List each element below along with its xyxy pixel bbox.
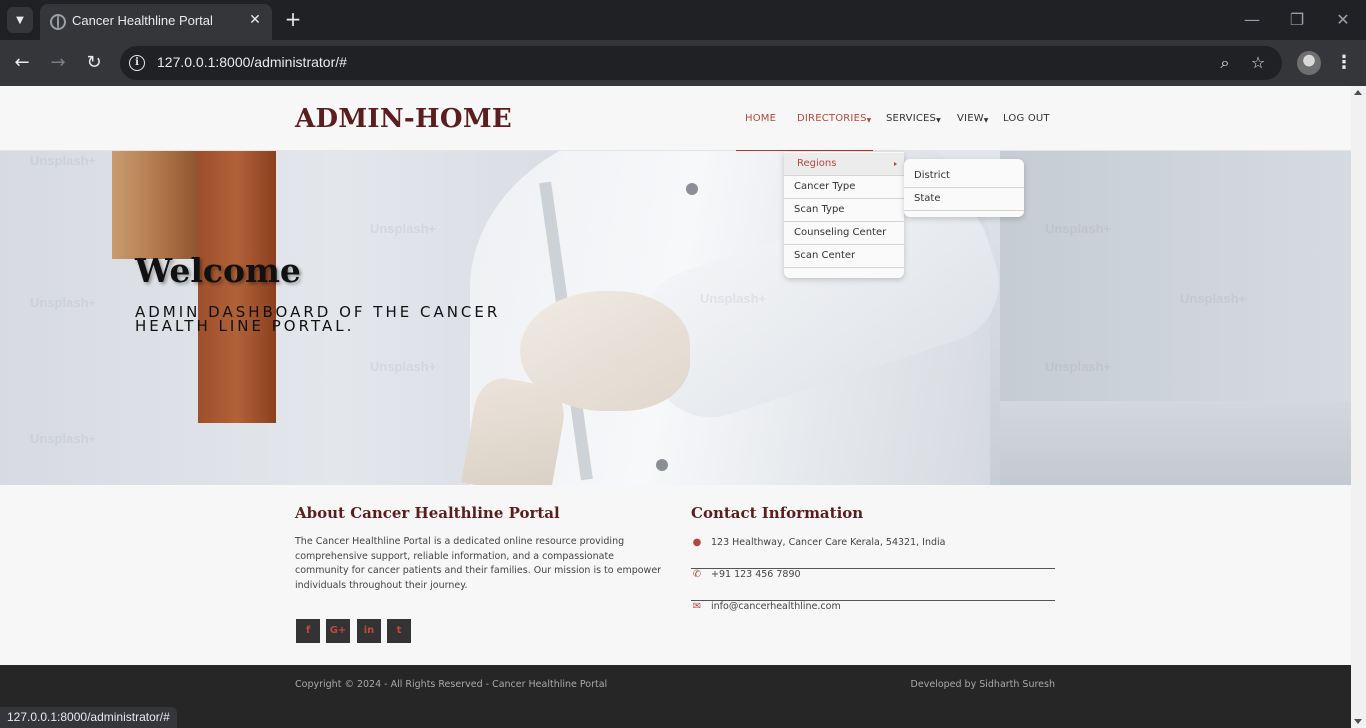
browser-toolbar: ← → ↻ i 127.0.0.1:8000/administrator/# ⌕… xyxy=(0,40,1366,86)
bookmark-star-icon[interactable]: ☆ xyxy=(1247,52,1269,74)
phone-icon: ✆ xyxy=(692,569,702,580)
copyright-text: Copyright © 2024 - All Rights Reserved -… xyxy=(295,679,608,690)
scroll-down-arrow-icon[interactable] xyxy=(1354,719,1362,724)
url-text[interactable]: 127.0.0.1:8000/administrator/# xyxy=(157,54,347,70)
reload-icon[interactable]: ↻ xyxy=(82,51,106,75)
tab-close-icon[interactable]: ✕ xyxy=(246,11,264,29)
brand-logo[interactable]: ADMIN-HOME xyxy=(295,104,512,134)
nav-services[interactable]: SERVICES▼ xyxy=(886,113,941,124)
hero-watermark: Unsplash+ xyxy=(1180,291,1247,306)
tab-title: Cancer Healthline Portal xyxy=(72,13,213,28)
new-tab-button[interactable]: + xyxy=(282,8,304,30)
map-marker-icon: ● xyxy=(692,537,702,548)
hero-watermark: Unsplash+ xyxy=(30,295,97,310)
hero-banner: Unsplash+ Unsplash+ Unsplash+ Unsplash+ … xyxy=(0,151,1351,485)
envelope-icon: ✉ xyxy=(692,601,702,612)
contact-email-row: ✉ info@cancerhealthline.com xyxy=(691,601,1055,633)
hero-image-glove xyxy=(520,291,690,411)
dropdown-item-counseling-center[interactable]: Counseling Center xyxy=(784,222,904,245)
dropdown-item-scan-type[interactable]: Scan Type xyxy=(784,199,904,222)
tab-search-icon[interactable]: ▼ xyxy=(7,7,33,33)
contact-email[interactable]: info@cancerhealthline.com xyxy=(711,601,841,612)
caret-down-icon: ▼ xyxy=(866,117,872,124)
nav-home[interactable]: HOME xyxy=(745,113,776,124)
site-info-icon[interactable]: i xyxy=(129,55,145,71)
hero-watermark: Unsplash+ xyxy=(30,153,97,168)
site-footer: Copyright © 2024 - All Rights Reserved -… xyxy=(0,665,1351,728)
dropdown-item-scan-center[interactable]: Scan Center xyxy=(784,245,904,268)
scroll-up-arrow-icon[interactable] xyxy=(1354,90,1362,95)
regions-submenu: District State xyxy=(904,159,1024,217)
directories-dropdown: Regions Cancer Type Scan Type Counseling… xyxy=(784,152,904,278)
contact-phone-row: ✆ +91 123 456 7890 xyxy=(691,569,1055,601)
page-scrollbar[interactable] xyxy=(1351,86,1366,728)
site-header: ADMIN-HOME HOME DIRECTORIES▼ SERVICES▼ V… xyxy=(0,86,1351,152)
submenu-item-district[interactable]: District xyxy=(904,165,1024,188)
contact-address: 123 Healthway, Cancer Care Kerala, 54321… xyxy=(711,537,946,548)
hero-image-wood xyxy=(112,151,198,259)
caret-right-icon xyxy=(894,162,897,166)
hero-watermark: Unsplash+ xyxy=(700,291,767,306)
browser-tabstrip: ▼ Cancer Healthline Portal ✕ + — ❐ ✕ xyxy=(0,0,1366,40)
hero-watermark: Unsplash+ xyxy=(1045,221,1112,236)
status-url-bubble: 127.0.0.1:8000/administrator/# xyxy=(0,707,177,728)
info-section: About Cancer Healthline Portal The Cance… xyxy=(0,485,1351,665)
contact-address-row: ● 123 Healthway, Cancer Care Kerala, 543… xyxy=(691,537,1055,569)
address-bar[interactable]: i 127.0.0.1:8000/administrator/# ⌕ ☆ xyxy=(120,46,1282,80)
dropdown-item-cancer-type[interactable]: Cancer Type xyxy=(784,176,904,199)
caret-down-icon: ▼ xyxy=(936,117,941,124)
hero-title: Welcome xyxy=(135,251,301,290)
facebook-icon[interactable]: f xyxy=(296,619,320,643)
zoom-icon[interactable]: ⌕ xyxy=(1214,52,1236,74)
linkedin-icon[interactable]: in xyxy=(357,619,381,643)
minimize-button[interactable]: — xyxy=(1237,8,1267,32)
nav-view[interactable]: VIEW▼ xyxy=(957,113,989,124)
nav-logout[interactable]: LOG OUT xyxy=(1003,113,1050,124)
restore-button[interactable]: ❐ xyxy=(1282,8,1312,32)
about-title: About Cancer Healthline Portal xyxy=(295,504,560,522)
contact-title: Contact Information xyxy=(691,504,864,522)
caret-down-icon: ▼ xyxy=(983,117,989,124)
hero-watermark: Unsplash+ xyxy=(370,221,437,236)
submenu-item-state[interactable]: State xyxy=(904,188,1024,211)
hero-watermark: Unsplash+ xyxy=(30,431,97,446)
twitter-icon[interactable]: t xyxy=(387,619,411,643)
hero-watermark: Unsplash+ xyxy=(1045,359,1112,374)
hero-watermark: Unsplash+ xyxy=(370,359,437,374)
close-window-button[interactable]: ✕ xyxy=(1328,8,1358,32)
page-viewport: ADMIN-HOME HOME DIRECTORIES▼ SERVICES▼ V… xyxy=(0,86,1351,728)
hero-subtitle: Admin dashboard of the cancer health lin… xyxy=(135,303,501,335)
browser-tab[interactable]: Cancer Healthline Portal ✕ xyxy=(40,4,272,40)
about-text: The Cancer Healthline Portal is a dedica… xyxy=(295,536,662,591)
globe-icon xyxy=(50,14,66,30)
forward-arrow-icon[interactable]: → xyxy=(46,51,70,75)
contact-phone: +91 123 456 7890 xyxy=(711,569,801,580)
dropdown-item-regions[interactable]: Regions xyxy=(784,153,904,176)
developer-credit: Developed by Sidharth Suresh xyxy=(910,679,1055,690)
nav-directories[interactable]: DIRECTORIES▼ xyxy=(797,113,871,124)
google-plus-icon[interactable]: G+ xyxy=(326,619,350,643)
back-arrow-icon[interactable]: ← xyxy=(10,51,34,75)
more-menu-icon[interactable]: ⋮ xyxy=(1334,51,1354,75)
profile-avatar-icon[interactable] xyxy=(1297,51,1321,75)
